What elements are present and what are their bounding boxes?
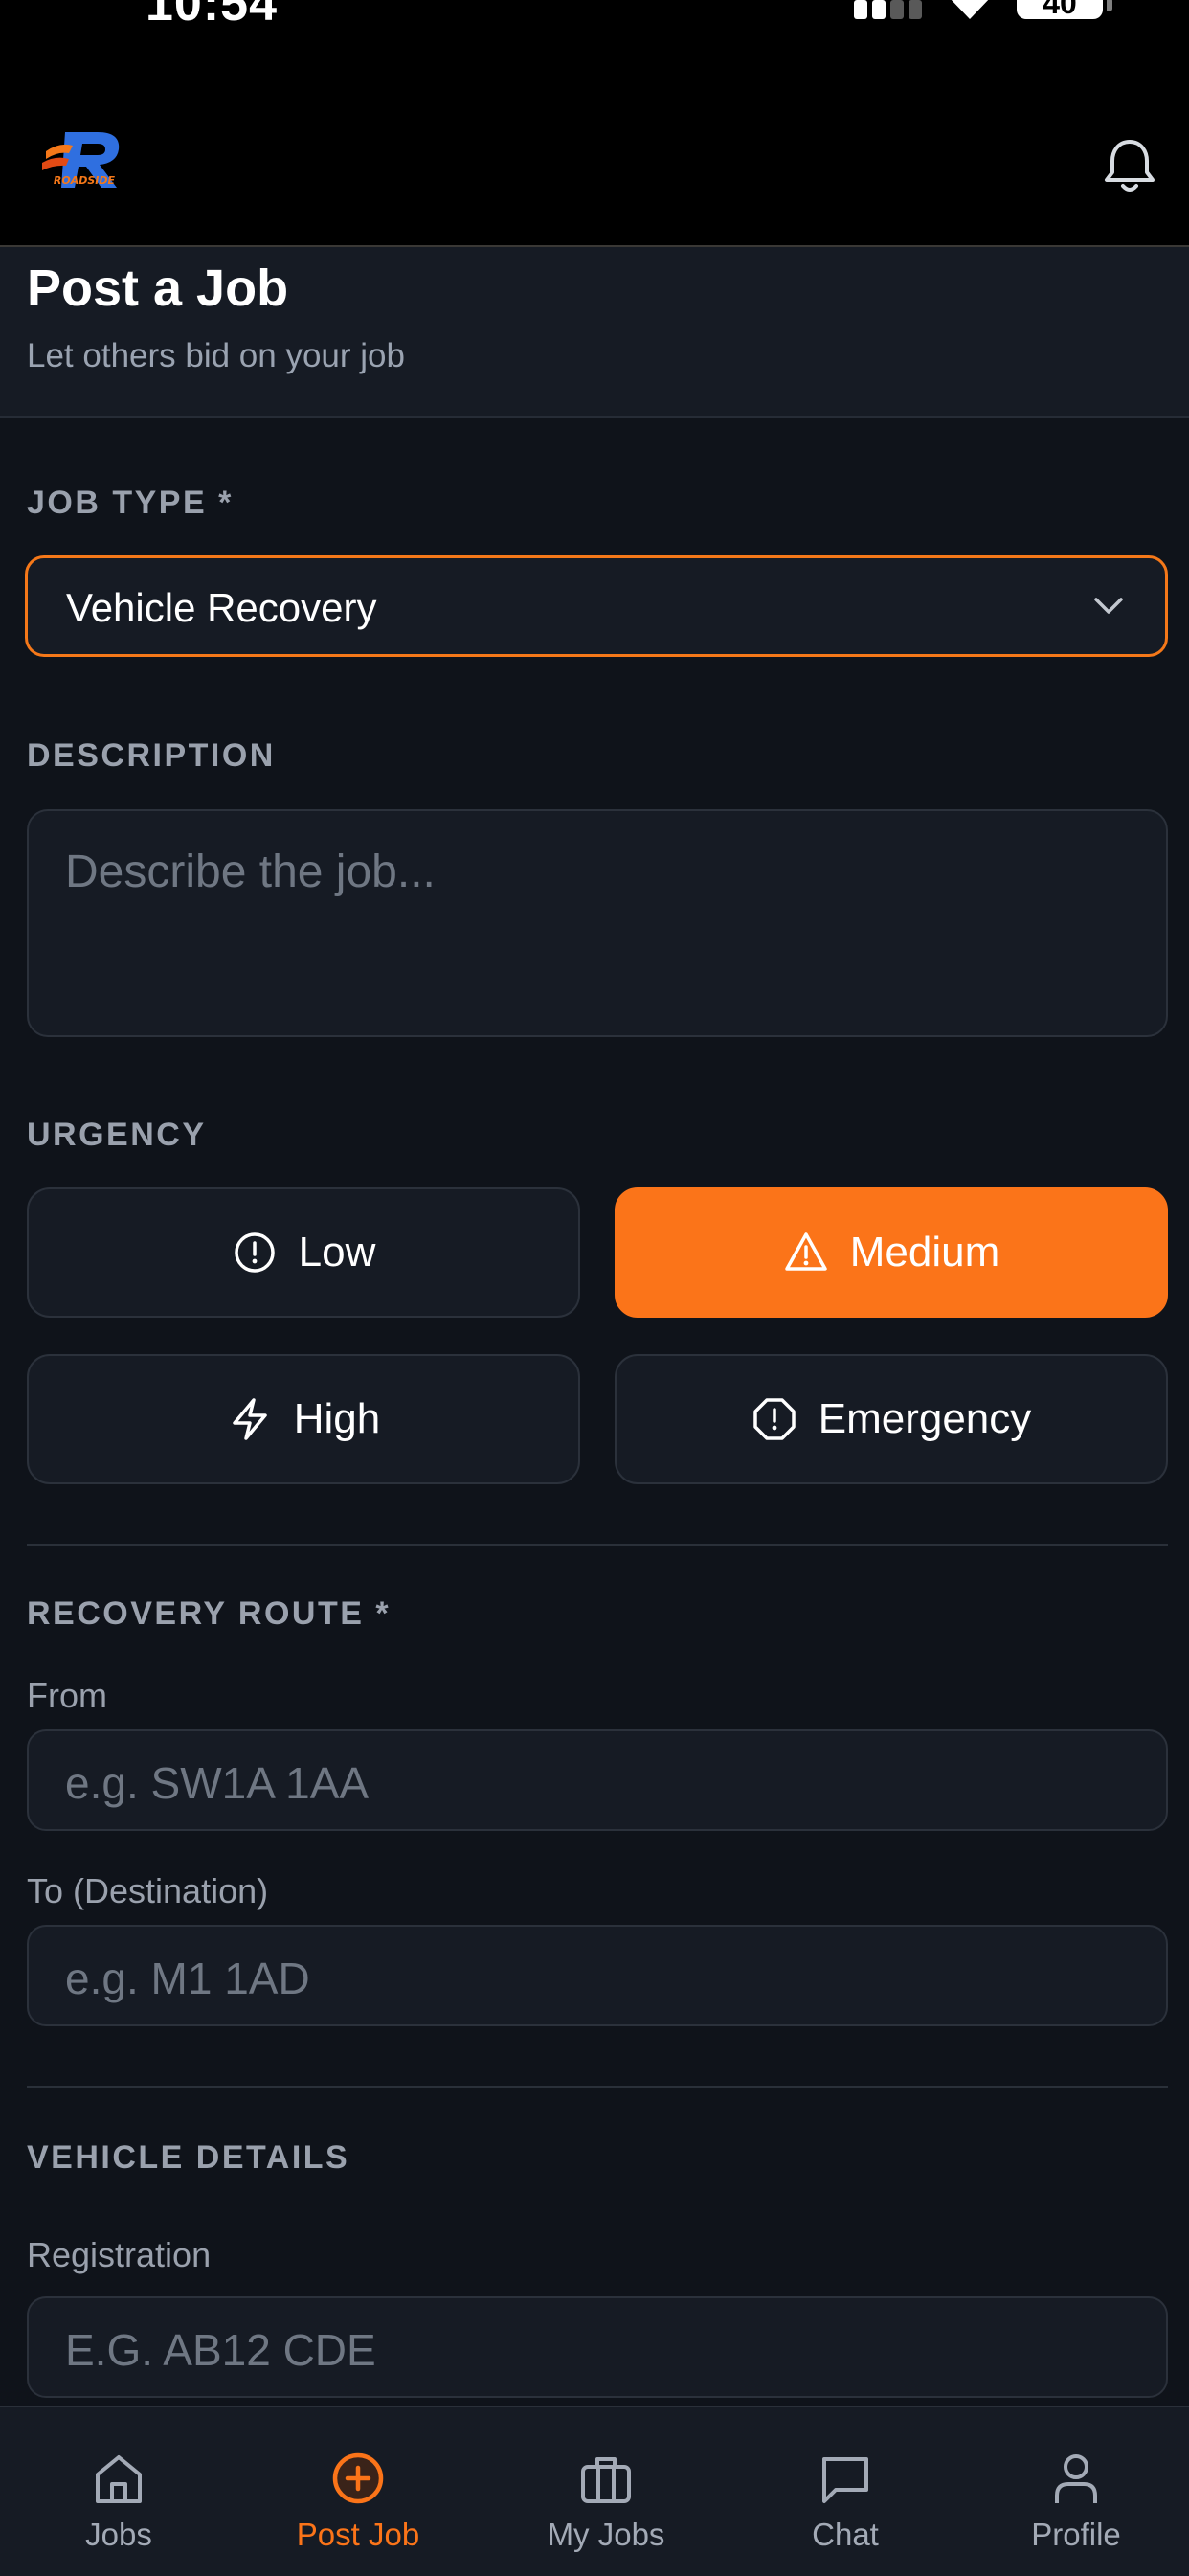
home-icon <box>96 2455 142 2503</box>
job-type-label: JOB TYPE * <box>27 485 234 521</box>
alert-octagon-icon <box>752 1398 796 1440</box>
user-icon <box>1055 2454 1097 2503</box>
status-bar: 10:54 40 <box>0 0 1189 88</box>
alert-circle-icon <box>234 1232 275 1273</box>
app-header: ROADSIDE <box>0 88 1189 247</box>
page-subtitle: Let others bid on your job <box>27 337 405 374</box>
battery-tip <box>1107 0 1112 11</box>
urgency-high-button[interactable]: High <box>27 1354 580 1484</box>
section-divider <box>27 2086 1168 2088</box>
urgency-low-button[interactable]: Low <box>27 1187 580 1318</box>
description-textarea[interactable]: Describe the job... <box>27 809 1168 1037</box>
description-placeholder: Describe the job... <box>65 847 436 897</box>
briefcase-icon <box>581 2457 631 2503</box>
chevron-down-icon <box>1094 598 1123 614</box>
urgency-emergency-label: Emergency <box>818 1395 1032 1442</box>
job-type-select[interactable]: Vehicle Recovery <box>25 555 1168 657</box>
recovery-route-label: RECOVERY ROUTE * <box>27 1595 392 1632</box>
lightning-icon <box>233 1398 267 1440</box>
nav-chat-label: Chat <box>812 2517 879 2552</box>
page-header: Post a Job Let others bid on your job <box>0 247 1189 418</box>
urgency-high-label: High <box>293 1395 381 1442</box>
job-type-value: Vehicle Recovery <box>66 585 377 630</box>
battery-indicator: 40 <box>1017 0 1103 19</box>
description-label: DESCRIPTION <box>27 737 276 774</box>
signal-icon <box>854 0 923 19</box>
registration-placeholder: E.G. AB12 CDE <box>65 2325 376 2375</box>
registration-input[interactable]: E.G. AB12 CDE <box>27 2296 1168 2398</box>
roadside-logo: ROADSIDE <box>42 132 120 188</box>
nav-jobs-label: Jobs <box>85 2517 152 2552</box>
to-placeholder: e.g. M1 1AD <box>65 1954 310 2003</box>
logo-wordmark: ROADSIDE <box>54 174 116 187</box>
from-placeholder: e.g. SW1A 1AA <box>65 1758 370 1808</box>
wifi-icon <box>951 0 989 19</box>
to-input[interactable]: e.g. M1 1AD <box>27 1925 1168 2026</box>
to-label: To (Destination) <box>27 1871 269 1910</box>
alert-triangle-icon <box>785 1232 827 1271</box>
nav-profile-label: Profile <box>1031 2517 1121 2552</box>
urgency-low-label: Low <box>298 1229 376 1276</box>
nav-my-jobs[interactable]: My Jobs <box>510 2407 702 2576</box>
from-input[interactable]: e.g. SW1A 1AA <box>27 1729 1168 1831</box>
nav-chat[interactable]: Chat <box>750 2407 941 2576</box>
page-title: Post a Job <box>27 260 289 317</box>
from-label: From <box>27 1676 107 1715</box>
chat-icon <box>822 2457 868 2503</box>
nav-jobs[interactable]: Jobs <box>23 2407 214 2576</box>
bell-icon[interactable] <box>1103 136 1156 195</box>
status-time: 10:54 <box>146 0 278 32</box>
plus-circle-icon <box>332 2452 384 2504</box>
urgency-medium-label: Medium <box>849 1229 1000 1276</box>
urgency-emergency-button[interactable]: Emergency <box>615 1354 1168 1484</box>
section-divider <box>27 1544 1168 1546</box>
bottom-nav: Jobs Post Job My Jobs Chat Profile <box>0 2406 1189 2576</box>
vehicle-details-label: VEHICLE DETAILS <box>27 2139 350 2176</box>
nav-my-jobs-label: My Jobs <box>547 2517 665 2552</box>
nav-post-job[interactable]: Post Job <box>262 2407 454 2576</box>
urgency-medium-button[interactable]: Medium <box>615 1187 1168 1318</box>
registration-label: Registration <box>27 2235 212 2274</box>
nav-post-job-label: Post Job <box>296 2517 420 2552</box>
nav-profile[interactable]: Profile <box>980 2407 1172 2576</box>
urgency-label: URGENCY <box>27 1117 207 1153</box>
